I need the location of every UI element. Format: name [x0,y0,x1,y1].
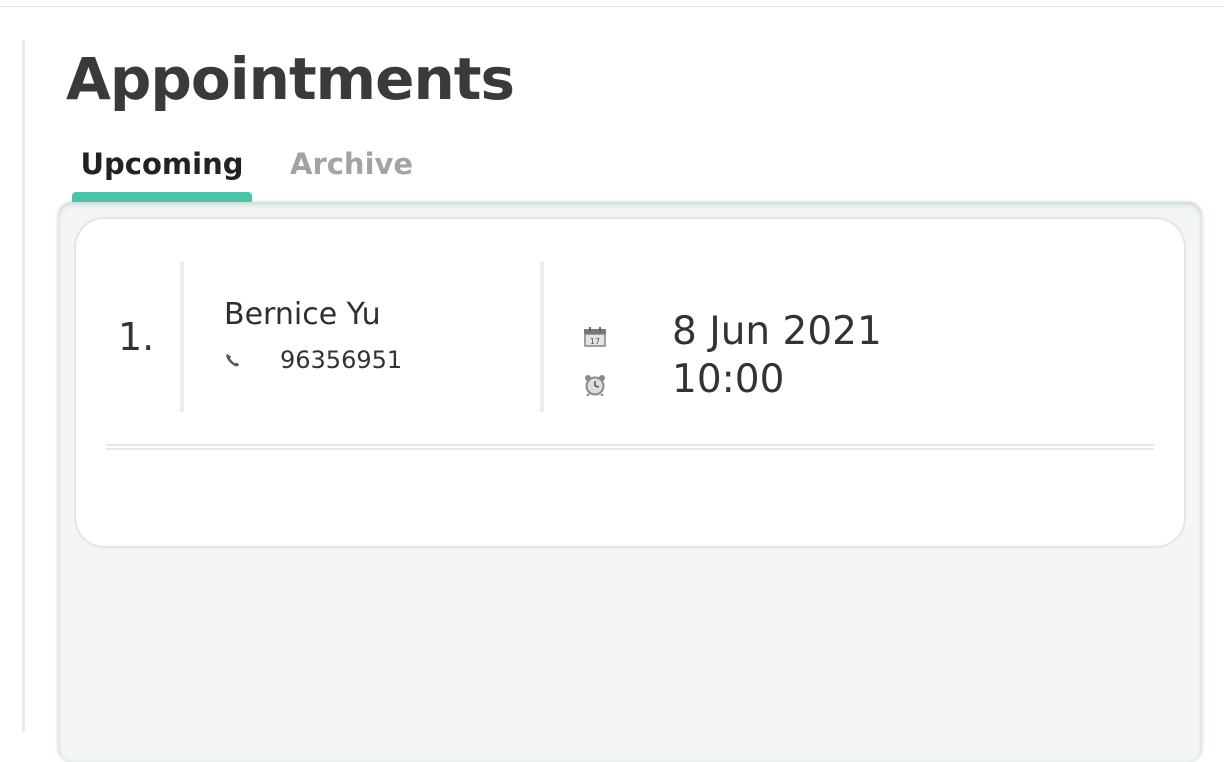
alarm-clock-icon [583,374,607,397]
card-divider [106,444,1154,450]
tab-upcoming[interactable]: Upcoming [72,140,252,202]
calendar-icon: 17 [583,326,607,348]
tab-archive[interactable]: Archive [290,140,413,202]
appointment-time: 10:00 [672,357,785,402]
phone-row: 96356951 [224,345,402,375]
column-divider [540,262,544,412]
sidebar-divider [22,40,25,732]
tab-bar: Upcoming Archive [72,140,413,202]
top-divider [0,6,1224,7]
appointment-date: 8 Jun 2021 [672,309,882,354]
patient-name: Bernice Yu [224,297,381,332]
page-title: Appointments [66,45,515,113]
appointment-card[interactable]: 1. Bernice Yu 96356951 17 8 Jun 2021 10:… [76,219,1184,546]
phone-number: 96356951 [280,346,403,374]
column-divider [180,262,184,412]
phone-icon [224,351,242,369]
appointment-index: 1. [118,315,155,359]
svg-text:17: 17 [590,337,600,346]
